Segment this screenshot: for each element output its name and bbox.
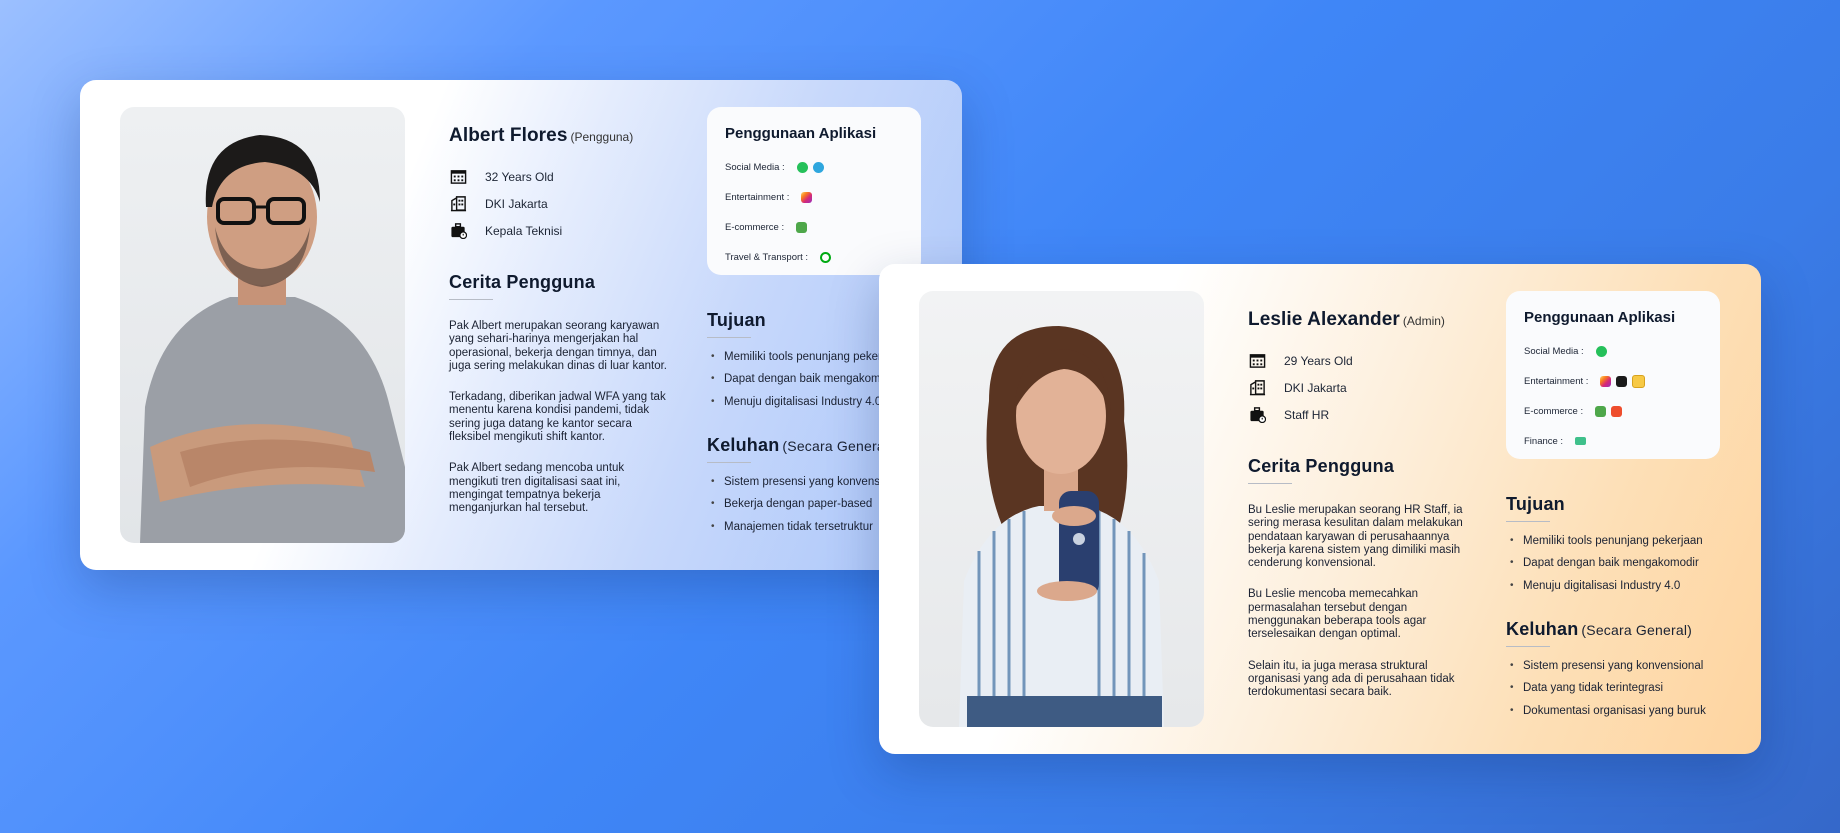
app-row-ecommerce: E-commerce : <box>725 212 903 242</box>
app-row-label: Travel & Transport : <box>725 251 809 263</box>
shopee-icon <box>1611 405 1623 417</box>
app-row-label: Social Media : <box>1524 345 1584 357</box>
app-row-label: Social Media : <box>725 161 785 173</box>
divider <box>707 337 751 338</box>
persona-info-list: 32 Years Old DKI Jakarta Kepala Teknisi <box>449 163 562 244</box>
goals-list: Memiliki tools penunjang pekerjaan Dapat… <box>707 346 904 413</box>
divider <box>449 299 493 300</box>
divider <box>707 462 751 463</box>
story-title: Cerita Pengguna <box>449 272 596 292</box>
tokopedia-icon <box>796 221 808 233</box>
app-usage-box: Penggunaan Aplikasi Social Media : Enter… <box>707 107 921 275</box>
goal-item: Memiliki tools penunjang pekerjaan <box>1506 530 1703 553</box>
briefcase-icon <box>1248 406 1266 424</box>
goal-item: Dapat dengan baik mengakomodir <box>707 368 904 391</box>
netflix-icon <box>1616 375 1628 387</box>
story-title: Cerita Pengguna <box>1248 456 1395 476</box>
complaints-title: Keluhan <box>1506 619 1579 639</box>
persona-card-albert: Albert Flores (Pengguna) 32 Years Old DKI… <box>80 80 962 570</box>
app-row-label: E-commerce : <box>725 221 785 233</box>
instagram-icon <box>801 191 813 203</box>
complaint-item: Sistem presensi yang konvensional <box>1506 655 1706 678</box>
complaints-subtitle: (Secara General) <box>1581 622 1693 638</box>
info-job: Kepala Teknisi <box>449 217 562 244</box>
info-location: DKI Jakarta <box>1248 374 1353 401</box>
whatsapp-icon <box>796 161 808 173</box>
finance-app-icon <box>1575 437 1587 445</box>
story-paragraph: Selain itu, ia juga merasa struktural or… <box>1248 659 1455 699</box>
info-location-text: DKI Jakarta <box>485 196 548 211</box>
goal-item: Dapat dengan baik mengakomodir <box>1506 552 1703 575</box>
app-row-ecommerce: E-commerce : <box>1524 396 1702 426</box>
gojek-icon <box>820 251 832 263</box>
persona-card-leslie: Leslie Alexander (Admin) 29 Years Old DKI… <box>879 264 1761 754</box>
app-row-social: Social Media : <box>725 152 903 182</box>
app-row-finance: Finance : <box>1524 426 1702 456</box>
story-paragraph: Bu Leslie merupakan seorang HR Staff, ia… <box>1248 504 1463 570</box>
app-row-label: Entertainment : <box>1524 375 1589 387</box>
goals-title: Tujuan <box>707 310 766 330</box>
info-job-text: Staff HR <box>1284 407 1330 422</box>
info-job: Staff HR <box>1248 401 1353 428</box>
whatsapp-icon <box>1595 345 1607 357</box>
story-paragraph: Pak Albert sedang mencoba untuk mengikut… <box>449 462 625 515</box>
persona-name: Albert Flores <box>449 125 568 146</box>
app-row-label: Entertainment : <box>725 191 790 203</box>
persona-photo-leslie <box>919 291 1204 727</box>
persona-info-list: 29 Years Old DKI Jakarta Staff HR <box>1248 347 1353 428</box>
app-row-label: E-commerce : <box>1524 405 1584 417</box>
goal-item: Menuju digitalisasi Industry 4.0 <box>1506 575 1703 598</box>
telegram-icon <box>812 161 824 173</box>
complaint-item: Dokumentasi organisasi yang buruk <box>1506 700 1706 723</box>
app-row-social: Social Media : <box>1524 336 1702 366</box>
story-paragraph: Pak Albert merupakan seorang karyawan ya… <box>449 320 667 372</box>
app-usage-title: Penggunaan Aplikasi <box>725 125 877 142</box>
complaints-list: Sistem presensi yang konvensional Bekerj… <box>707 471 904 538</box>
app-usage-title: Penggunaan Aplikasi <box>1524 309 1676 326</box>
building-icon <box>449 195 467 213</box>
app-row-label: Finance : <box>1524 435 1564 447</box>
user-story: Pak Albert merupakan seorang karyawan ya… <box>449 320 669 534</box>
calendar-icon <box>449 168 467 186</box>
info-age: 29 Years Old <box>1248 347 1353 374</box>
app-row-travel: Travel & Transport : <box>725 242 903 272</box>
story-paragraph: Terkadang, diberikan jadwal WFA yang tak… <box>449 391 666 444</box>
goals-list: Memiliki tools penunjang pekerjaan Dapat… <box>1506 530 1703 597</box>
building-icon <box>1248 379 1266 397</box>
tokopedia-icon <box>1595 405 1607 417</box>
app-row-entertainment: Entertainment : <box>725 182 903 212</box>
info-age-text: 32 Years Old <box>485 169 554 184</box>
info-location-text: DKI Jakarta <box>1284 380 1347 395</box>
divider <box>1506 521 1550 522</box>
complaint-item: Data yang tidak terintegrasi <box>1506 677 1706 700</box>
complaint-item: Bekerja dengan paper-based <box>707 493 904 516</box>
complaints-title: Keluhan <box>707 435 780 455</box>
complaint-item: Manajemen tidak tersetruktur <box>707 516 904 539</box>
persona-role: (Pengguna) <box>570 130 634 144</box>
info-location: DKI Jakarta <box>449 190 562 217</box>
info-age-text: 29 Years Old <box>1284 353 1353 368</box>
complaints-list: Sistem presensi yang konvensional Data y… <box>1506 655 1706 722</box>
goal-item: Menuju digitalisasi Industry 4.0 <box>707 391 904 414</box>
divider <box>1506 646 1550 647</box>
calendar-icon <box>1248 352 1266 370</box>
story-paragraph: Bu Leslie mencoba memecahkan permasalaha… <box>1248 588 1427 641</box>
briefcase-icon <box>449 222 467 240</box>
complaint-item: Sistem presensi yang konvensional <box>707 471 904 494</box>
goals-title: Tujuan <box>1506 494 1565 514</box>
info-age: 32 Years Old <box>449 163 562 190</box>
complaints-subtitle: (Secara General) <box>782 438 894 454</box>
divider <box>1248 483 1292 484</box>
info-job-text: Kepala Teknisi <box>485 223 563 238</box>
persona-photo-albert <box>120 107 405 543</box>
persona-role: (Admin) <box>1402 314 1445 328</box>
instagram-icon <box>1600 375 1612 387</box>
goal-item: Memiliki tools penunjang pekerjaan <box>707 346 904 369</box>
app-usage-box: Penggunaan Aplikasi Social Media : Enter… <box>1506 291 1720 459</box>
persona-name: Leslie Alexander <box>1248 309 1400 330</box>
app-row-entertainment: Entertainment : <box>1524 366 1702 396</box>
notion-icon <box>1632 374 1646 388</box>
user-story: Bu Leslie merupakan seorang HR Staff, ia… <box>1248 504 1468 718</box>
